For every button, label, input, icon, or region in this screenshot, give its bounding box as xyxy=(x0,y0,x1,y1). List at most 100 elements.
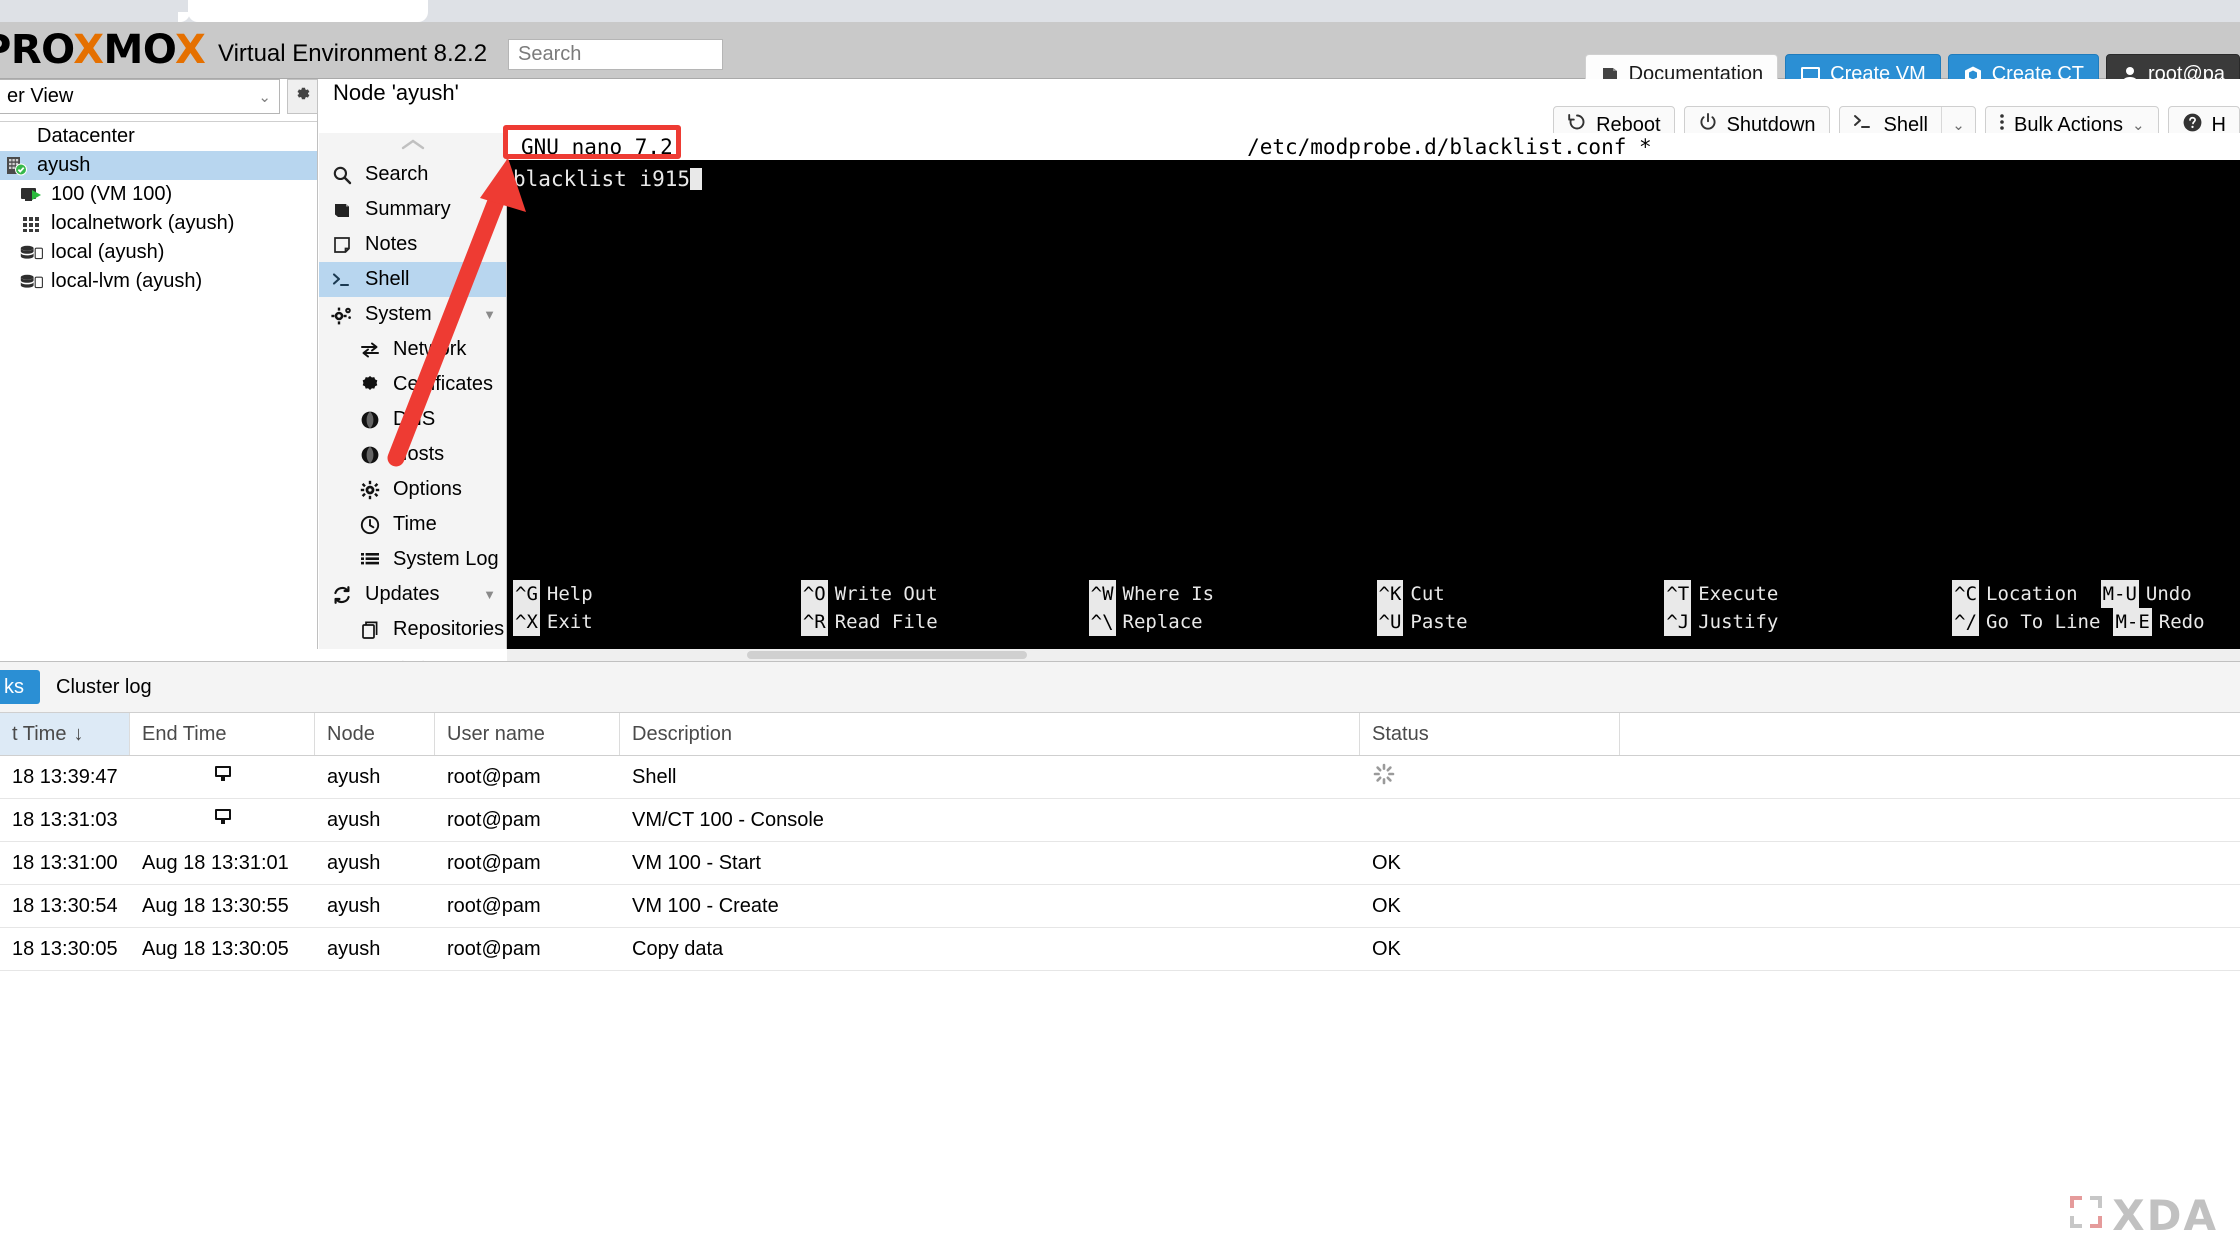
network-icon xyxy=(20,213,44,235)
task-log-header: t Time ↓ End Time Node User name Descrip… xyxy=(0,713,2240,756)
cell-end-time: Aug 18 13:30:05 xyxy=(142,937,289,960)
task-log-panel: ks Cluster log t Time ↓ End Time Node Us… xyxy=(0,661,2240,1260)
cell-user: root@pam xyxy=(447,765,541,788)
submenu-item-label: Options xyxy=(393,478,462,500)
column-header-end-time[interactable]: End Time xyxy=(130,713,315,755)
console-icon xyxy=(212,806,234,834)
submenu-item-label: System Log xyxy=(393,548,499,570)
node-titlebar xyxy=(319,79,2240,106)
nano-shortcut-bar: ^G Help ^O Write Out ^W Where Is ^K Cut ^T Ex… xyxy=(507,580,2240,649)
shortcut-label: Exit xyxy=(546,611,593,633)
cell-start-time: 18 13:30:54 xyxy=(12,894,118,917)
nano-content-line: blacklist i915 xyxy=(513,165,2240,193)
shortcut-key: ^C xyxy=(1952,580,1980,608)
cell-end-time: Aug 18 13:30:55 xyxy=(142,894,289,917)
nano-title-bar: GNU nano 7.2 /etc/modprobe.d/blacklist.c… xyxy=(507,133,2240,160)
cell-node: ayush xyxy=(327,851,381,874)
shortcut-label: Go To Line xyxy=(1986,611,2101,633)
list-icon xyxy=(359,549,381,571)
submenu-item-time[interactable]: Time xyxy=(319,507,506,542)
shortcut-execute[interactable]: ^T Execute xyxy=(1664,580,1952,608)
tree-item-label: localnetwork (ayush) xyxy=(51,212,235,234)
tree-item-label: 100 (VM 100) xyxy=(51,183,173,205)
shortcut-go-to-line[interactable]: ^/ Go To Line M-E Redo xyxy=(1952,608,2240,636)
proxmox-logo: PROXMOX xyxy=(0,27,206,73)
shortcut-key: ^T xyxy=(1664,580,1692,608)
refresh-icon xyxy=(331,584,353,606)
shortcut-label: Write Out xyxy=(834,583,938,605)
page-title: Node 'ayush' xyxy=(333,80,459,105)
shortcut-location[interactable]: ^C Location M-U Undo xyxy=(1952,580,2240,608)
cell-user: root@pam xyxy=(447,808,541,831)
tree-item-label: local (ayush) xyxy=(51,241,165,263)
shortcut-paste[interactable]: ^U Paste xyxy=(1376,608,1665,636)
shortcut-key: M-U xyxy=(2100,580,2139,608)
tree-item-local-lvm[interactable]: local-lvm (ayush) xyxy=(0,267,317,296)
resource-tree-panel: er View ⌄ Datacenter ayush 100 (VM 100) … xyxy=(0,79,318,649)
shortcut-help[interactable]: ^G Help xyxy=(513,580,801,608)
submenu-item-label: Time xyxy=(393,513,437,535)
table-row[interactable]: 18 13:30:54 Aug 18 13:30:55 ayush root@p… xyxy=(0,885,2240,928)
submenu-item-system-log[interactable]: System Log xyxy=(319,542,506,577)
global-search[interactable] xyxy=(508,39,723,70)
nano-file-path: /etc/modprobe.d/blacklist.conf * xyxy=(1247,134,1652,159)
table-row[interactable]: 18 13:31:03 ayush root@pam VM/CT 100 - C… xyxy=(0,799,2240,842)
vm-running-icon xyxy=(20,184,44,206)
submenu-item-options[interactable]: Options xyxy=(319,472,506,507)
shortcut-cut[interactable]: ^K Cut xyxy=(1376,580,1665,608)
tree-item-vm-100[interactable]: 100 (VM 100) xyxy=(0,180,317,209)
tree-item-localnetwork[interactable]: localnetwork (ayush) xyxy=(0,209,317,238)
app-header: PROXMOX Virtual Environment 8.2.2 Docume… xyxy=(0,22,2240,95)
table-row[interactable]: 18 13:39:47 ayush root@pam Shell xyxy=(0,756,2240,799)
shell-terminal[interactable]: GNU nano 7.2 /etc/modprobe.d/blacklist.c… xyxy=(507,133,2240,649)
submenu-item-updates[interactable]: Updates ▼ xyxy=(319,577,506,612)
shortcut-exit[interactable]: ^X Exit xyxy=(513,608,801,636)
search-input[interactable] xyxy=(509,40,722,69)
shortcut-read-file[interactable]: ^R Read File xyxy=(800,608,1089,636)
shortcut-write-out[interactable]: ^O Write Out xyxy=(800,580,1089,608)
shortcut-label: Replace xyxy=(1122,611,1203,633)
tree-settings-button[interactable] xyxy=(287,79,318,114)
tree-item-local[interactable]: local (ayush) xyxy=(0,238,317,267)
column-header-user-name[interactable]: User name xyxy=(435,713,620,755)
nano-edit-area[interactable]: blacklist i915 xyxy=(507,160,2240,580)
text-cursor xyxy=(690,168,703,190)
shortcut-key: ^X xyxy=(513,608,540,636)
shortcut-key: ^J xyxy=(1664,608,1692,636)
column-header-node[interactable]: Node xyxy=(315,713,435,755)
product-title: Virtual Environment 8.2.2 xyxy=(218,40,488,67)
cell-description: Shell xyxy=(632,765,677,788)
view-selector[interactable]: er View ⌄ xyxy=(0,79,280,114)
shortcut-where-is[interactable]: ^W Where Is xyxy=(1088,580,1377,608)
cell-description: VM 100 - Start xyxy=(632,851,761,874)
browser-tab-strip xyxy=(0,0,2240,22)
column-header-start-time[interactable]: t Time ↓ xyxy=(0,713,130,755)
submenu-item-repositories[interactable]: Repositories xyxy=(319,612,506,647)
tab-cluster-log[interactable]: Cluster log xyxy=(40,670,168,704)
chevron-down-icon[interactable]: ▼ xyxy=(483,587,496,602)
chevron-down-icon: ⌄ xyxy=(258,88,271,106)
terminal-horizontal-scrollbar[interactable] xyxy=(507,649,2240,661)
shortcut-replace[interactable]: ^\ Replace xyxy=(1088,608,1377,636)
tab-tasks[interactable]: ks xyxy=(0,670,40,704)
storage-icon xyxy=(20,242,44,264)
scrollbar-thumb[interactable] xyxy=(747,651,1027,659)
shortcut-label: Location xyxy=(1986,583,2078,605)
shortcut-justify[interactable]: ^J Justify xyxy=(1664,608,1952,636)
cell-user: root@pam xyxy=(447,894,541,917)
watermark-text: XDA xyxy=(2112,1190,2218,1240)
table-row[interactable]: 18 13:31:00 Aug 18 13:31:01 ayush root@p… xyxy=(0,842,2240,885)
cell-node: ayush xyxy=(327,894,381,917)
cell-status xyxy=(1360,799,1620,841)
cell-status: OK xyxy=(1372,937,1401,960)
browser-tab[interactable] xyxy=(188,0,428,22)
column-header-description[interactable]: Description xyxy=(620,713,1360,755)
tree-item-datacenter[interactable]: Datacenter xyxy=(0,122,317,151)
column-header-status[interactable]: Status xyxy=(1360,713,1620,755)
view-selector-label: er View xyxy=(7,85,74,107)
proxmox-web-ui: PROXMOX Virtual Environment 8.2.2 Docume… xyxy=(0,0,2240,1260)
shortcut-key: ^/ xyxy=(1952,608,1980,636)
cell-user: root@pam xyxy=(447,937,541,960)
table-row[interactable]: 18 13:30:05 Aug 18 13:30:05 ayush root@p… xyxy=(0,928,2240,971)
tree-item-ayush[interactable]: ayush xyxy=(0,151,317,180)
